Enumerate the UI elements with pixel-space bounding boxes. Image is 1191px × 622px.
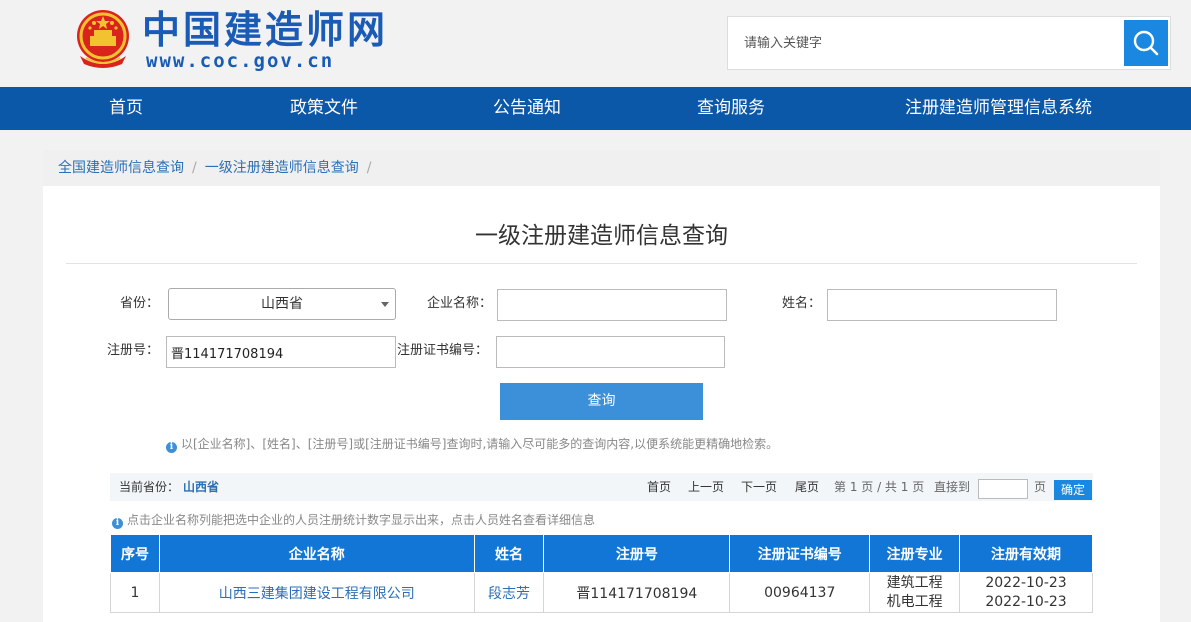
name-label: 姓名： <box>782 296 822 311</box>
cell-specialty: 建筑工程 机电工程 <box>869 572 961 613</box>
column-header-cert-no: 注册证书编号 <box>729 534 871 573</box>
pager-prev[interactable]: 上一页 <box>688 473 724 501</box>
validity-item: 2022-10-23 <box>985 593 1067 610</box>
breadcrumb-separator: / <box>366 160 372 176</box>
province-select-value: 山西省 <box>261 296 303 312</box>
column-header-specialty: 注册专业 <box>869 534 961 573</box>
chevron-down-icon <box>381 302 389 307</box>
cell-validity: 2022-10-23 2022-10-23 <box>959 572 1093 613</box>
main-content: 全国建造师信息查询 / 一级注册建造师信息查询 / 一级注册建造师信息查询 省份： 山… <box>43 150 1160 622</box>
nav-item-home[interactable]: 首页 <box>109 87 143 130</box>
divider <box>66 263 1137 264</box>
cell-company-link[interactable]: 山西三建集团建设工程有限公司 <box>158 572 475 613</box>
info-icon: i <box>166 442 177 453</box>
table-row: 1 山西三建集团建设工程有限公司 段志芳 晋114171708194 00964… <box>110 572 1093 613</box>
column-header-reg-no: 注册号 <box>543 534 731 573</box>
table-header-row: 序号 企业名称 姓名 注册号 注册证书编号 注册专业 注册有效期 <box>110 534 1093 573</box>
name-input[interactable] <box>827 289 1057 321</box>
validity-item: 2022-10-23 <box>985 574 1067 591</box>
search-button[interactable] <box>1124 20 1168 66</box>
national-emblem-icon <box>77 10 129 68</box>
breadcrumb: 全国建造师信息查询 / 一级注册建造师信息查询 / <box>43 150 1160 186</box>
site-header: 中国建造师网 www.coc.gov.cn <box>0 0 1191 87</box>
results-tip-text: 点击企业名称列能把选中企业的人员注册统计数字显示出来，点击人员姓名查看详细信息 <box>127 513 596 527</box>
breadcrumb-item-national[interactable]: 全国建造师信息查询 <box>58 160 184 176</box>
column-header-validity: 注册有效期 <box>959 534 1093 573</box>
cell-index: 1 <box>110 572 160 613</box>
cell-cert-no: 00964137 <box>729 572 871 613</box>
current-province-label: 当前省份： <box>119 480 180 494</box>
search-icon <box>1133 30 1159 56</box>
column-header-name: 姓名 <box>473 534 545 573</box>
cert-no-input[interactable] <box>496 336 725 368</box>
breadcrumb-item-first-class[interactable]: 一级注册建造师信息查询 <box>205 160 359 176</box>
pager-first[interactable]: 首页 <box>647 473 671 501</box>
cert-no-label: 注册证书编号： <box>397 343 489 358</box>
search-input[interactable] <box>734 21 1124 65</box>
results-tip: i 点击企业名称列能把选中企业的人员注册统计数字显示出来，点击人员姓名查看详细信息 <box>112 512 595 529</box>
current-province: 当前省份： 山西省 <box>119 473 219 501</box>
site-title: 中国建造师网 <box>142 8 389 52</box>
results-table: 序号 企业名称 姓名 注册号 注册证书编号 注册专业 注册有效期 1 山西三建集… <box>110 534 1093 613</box>
nav-item-notices[interactable]: 公告通知 <box>493 87 561 130</box>
specialty-item: 机电工程 <box>886 593 943 610</box>
column-header-index: 序号 <box>110 534 160 573</box>
page-title: 一级注册建造师信息查询 <box>475 223 728 249</box>
pager-page-unit: 页 <box>1034 480 1047 494</box>
cell-name-link[interactable]: 段志芳 <box>473 572 545 613</box>
nav-item-policy[interactable]: 政策文件 <box>290 87 358 130</box>
main-nav: 首页 政策文件 公告通知 查询服务 注册建造师管理信息系统 <box>0 87 1191 130</box>
current-province-value: 山西省 <box>183 480 220 494</box>
pager-last[interactable]: 尾页 <box>795 473 819 501</box>
pager-page-info: 第 1 页 / 共 1 页 <box>834 480 925 494</box>
company-label: 企业名称： <box>427 296 493 311</box>
specialty-item: 建筑工程 <box>886 574 943 591</box>
nav-item-query[interactable]: 查询服务 <box>697 87 765 130</box>
cell-reg-no: 晋114171708194 <box>543 572 731 613</box>
info-icon: i <box>112 518 123 529</box>
pager-confirm-button[interactable]: 确定 <box>1054 480 1092 500</box>
reg-no-label: 注册号： <box>107 343 160 358</box>
nav-item-management-system[interactable]: 注册建造师管理信息系统 <box>905 87 1092 130</box>
province-label: 省份： <box>120 296 160 311</box>
province-select[interactable]: 山西省 <box>168 288 396 320</box>
company-input[interactable] <box>497 289 727 321</box>
pager-next[interactable]: 下一页 <box>741 473 777 501</box>
pager-bar: 当前省份： 山西省 首页 上一页 下一页 尾页 第 1 页 / 共 1 页 直接到… <box>110 473 1093 501</box>
pager-goto-label: 直接到 <box>934 480 971 494</box>
reg-no-input[interactable] <box>166 336 396 368</box>
query-button[interactable]: 查询 <box>500 383 703 420</box>
query-tip: i 以[企业名称]、[姓名]、[注册号]或[注册证书编号]查询时,请输入尽可能多的… <box>166 436 778 453</box>
site-url: www.coc.gov.cn <box>146 50 335 72</box>
column-header-company: 企业名称 <box>158 534 475 573</box>
breadcrumb-separator: / <box>192 160 197 176</box>
pager-goto-input[interactable] <box>978 479 1028 499</box>
search-box <box>727 16 1171 70</box>
query-tip-text: 以[企业名称]、[姓名]、[注册号]或[注册证书编号]查询时,请输入尽可能多的查… <box>181 437 779 451</box>
